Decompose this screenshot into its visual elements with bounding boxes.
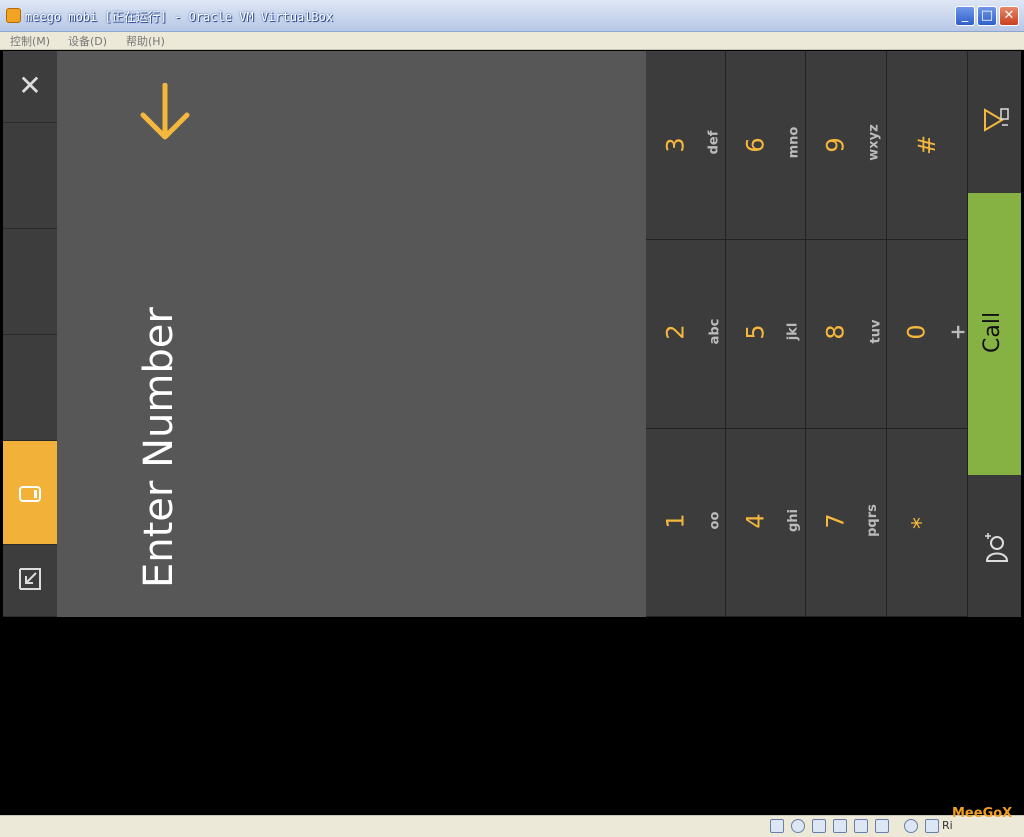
key-6-digit: 6 <box>741 137 770 153</box>
minimize-button[interactable]: _ <box>955 6 975 26</box>
network-icon[interactable] <box>833 819 847 833</box>
sidebar-item-phone[interactable] <box>3 441 57 545</box>
hard-disk-icon[interactable] <box>770 819 784 833</box>
key-0-letters: + <box>945 323 970 341</box>
display-icon[interactable] <box>875 819 889 833</box>
key-6[interactable]: 6 mno <box>726 51 806 240</box>
menu-control[interactable]: 控制(M) <box>10 33 50 49</box>
optical-drive-icon[interactable] <box>791 819 805 833</box>
key-1[interactable]: 1 oo <box>646 429 726 617</box>
vm-statusbar: Ri <box>0 815 1024 837</box>
key-8[interactable]: 8 tuv <box>806 240 887 429</box>
key-2[interactable]: 2 abc <box>646 240 726 429</box>
enter-number-placeholder: Enter Number <box>136 307 182 588</box>
key-7-digit: 7 <box>821 513 850 529</box>
key-4-digit: 4 <box>741 513 770 529</box>
menu-devices[interactable]: 设备(D) <box>68 33 107 49</box>
virtualization-icon <box>904 819 918 833</box>
window-titlebar[interactable]: meego mobi [正在运行] - Oracle VM VirtualBox… <box>0 0 1024 32</box>
left-sidebar: ✕ <box>3 51 57 617</box>
key-5-letters: jkl <box>785 322 801 341</box>
key-4-letters: ghi <box>786 508 802 533</box>
sidebar-slot-3[interactable] <box>3 335 57 441</box>
close-app-button[interactable]: ✕ <box>3 51 57 123</box>
shared-folders-icon[interactable] <box>854 819 868 833</box>
key-9-letters: wxyz <box>866 124 882 161</box>
key-3-letters: def <box>706 130 722 155</box>
key-0[interactable]: 0 + <box>887 240 970 429</box>
guest-screen: ✕ Enter Number 3 def 2 abc 1 oo 6 mno 5 … <box>3 51 1021 617</box>
key-7[interactable]: 7 pqrs <box>806 429 887 617</box>
key-4[interactable]: 4 ghi <box>726 429 806 617</box>
key-3-digit: 3 <box>661 137 690 153</box>
close-window-button[interactable]: ✕ <box>999 6 1019 26</box>
key-9-digit: 9 <box>821 137 850 153</box>
sidebar-slot-2[interactable] <box>3 229 57 335</box>
key-9[interactable]: 9 wxyz <box>806 51 887 240</box>
menubar: 控制(M) 设备(D) 帮助(H) <box>0 32 1024 50</box>
watermark-logo: MeeGoX <box>952 806 1013 821</box>
key-8-digit: 8 <box>821 324 850 340</box>
close-icon: ✕ <box>18 69 42 102</box>
menu-help[interactable]: 帮助(H) <box>126 33 165 49</box>
key-2-digit: 2 <box>661 324 690 340</box>
key-0-digit: 0 <box>902 324 931 340</box>
add-contact-icon <box>985 533 1008 562</box>
backspace-icon <box>984 108 1009 132</box>
maximize-button[interactable]: □ <box>977 6 997 26</box>
mouse-integration-icon[interactable] <box>925 819 939 833</box>
key-hash-digit: # <box>913 134 942 156</box>
window-title: meego mobi [正在运行] - Oracle VM VirtualBox <box>25 10 334 24</box>
call-button[interactable]: Call <box>968 193 1021 475</box>
dial-keypad: 3 def 2 abc 1 oo 6 mno 5 jkl 4 ghi 9 wxy… <box>646 51 970 617</box>
key-1-digit: 1 <box>661 513 690 529</box>
arrow-down-icon <box>140 83 190 140</box>
key-2-letters: abc <box>707 318 723 345</box>
phone-icon <box>19 486 41 502</box>
key-5[interactable]: 5 jkl <box>726 240 806 429</box>
sidebar-slot-1[interactable] <box>3 123 57 229</box>
exit-icon <box>19 568 41 590</box>
key-7-letters: pqrs <box>864 504 880 537</box>
voicemail-icon: oo <box>707 511 723 530</box>
key-star[interactable]: * <box>887 429 968 617</box>
key-6-letters: mno <box>786 126 802 159</box>
key-star-digit: * <box>907 517 935 529</box>
usb-icon[interactable] <box>812 819 826 833</box>
right-sidebar: Call <box>968 51 1021 617</box>
virtualbox-app-icon <box>6 8 21 23</box>
backspace-button[interactable] <box>968 51 1021 193</box>
key-5-digit: 5 <box>741 324 770 340</box>
key-hash[interactable]: # <box>887 51 968 240</box>
number-display[interactable]: Enter Number <box>57 51 646 617</box>
add-contact-button[interactable] <box>968 475 1021 617</box>
key-3[interactable]: 3 def <box>646 51 726 240</box>
key-8-letters: tuv <box>868 319 884 344</box>
sidebar-item-exit[interactable] <box>3 545 57 617</box>
call-label: Call <box>980 311 1005 353</box>
